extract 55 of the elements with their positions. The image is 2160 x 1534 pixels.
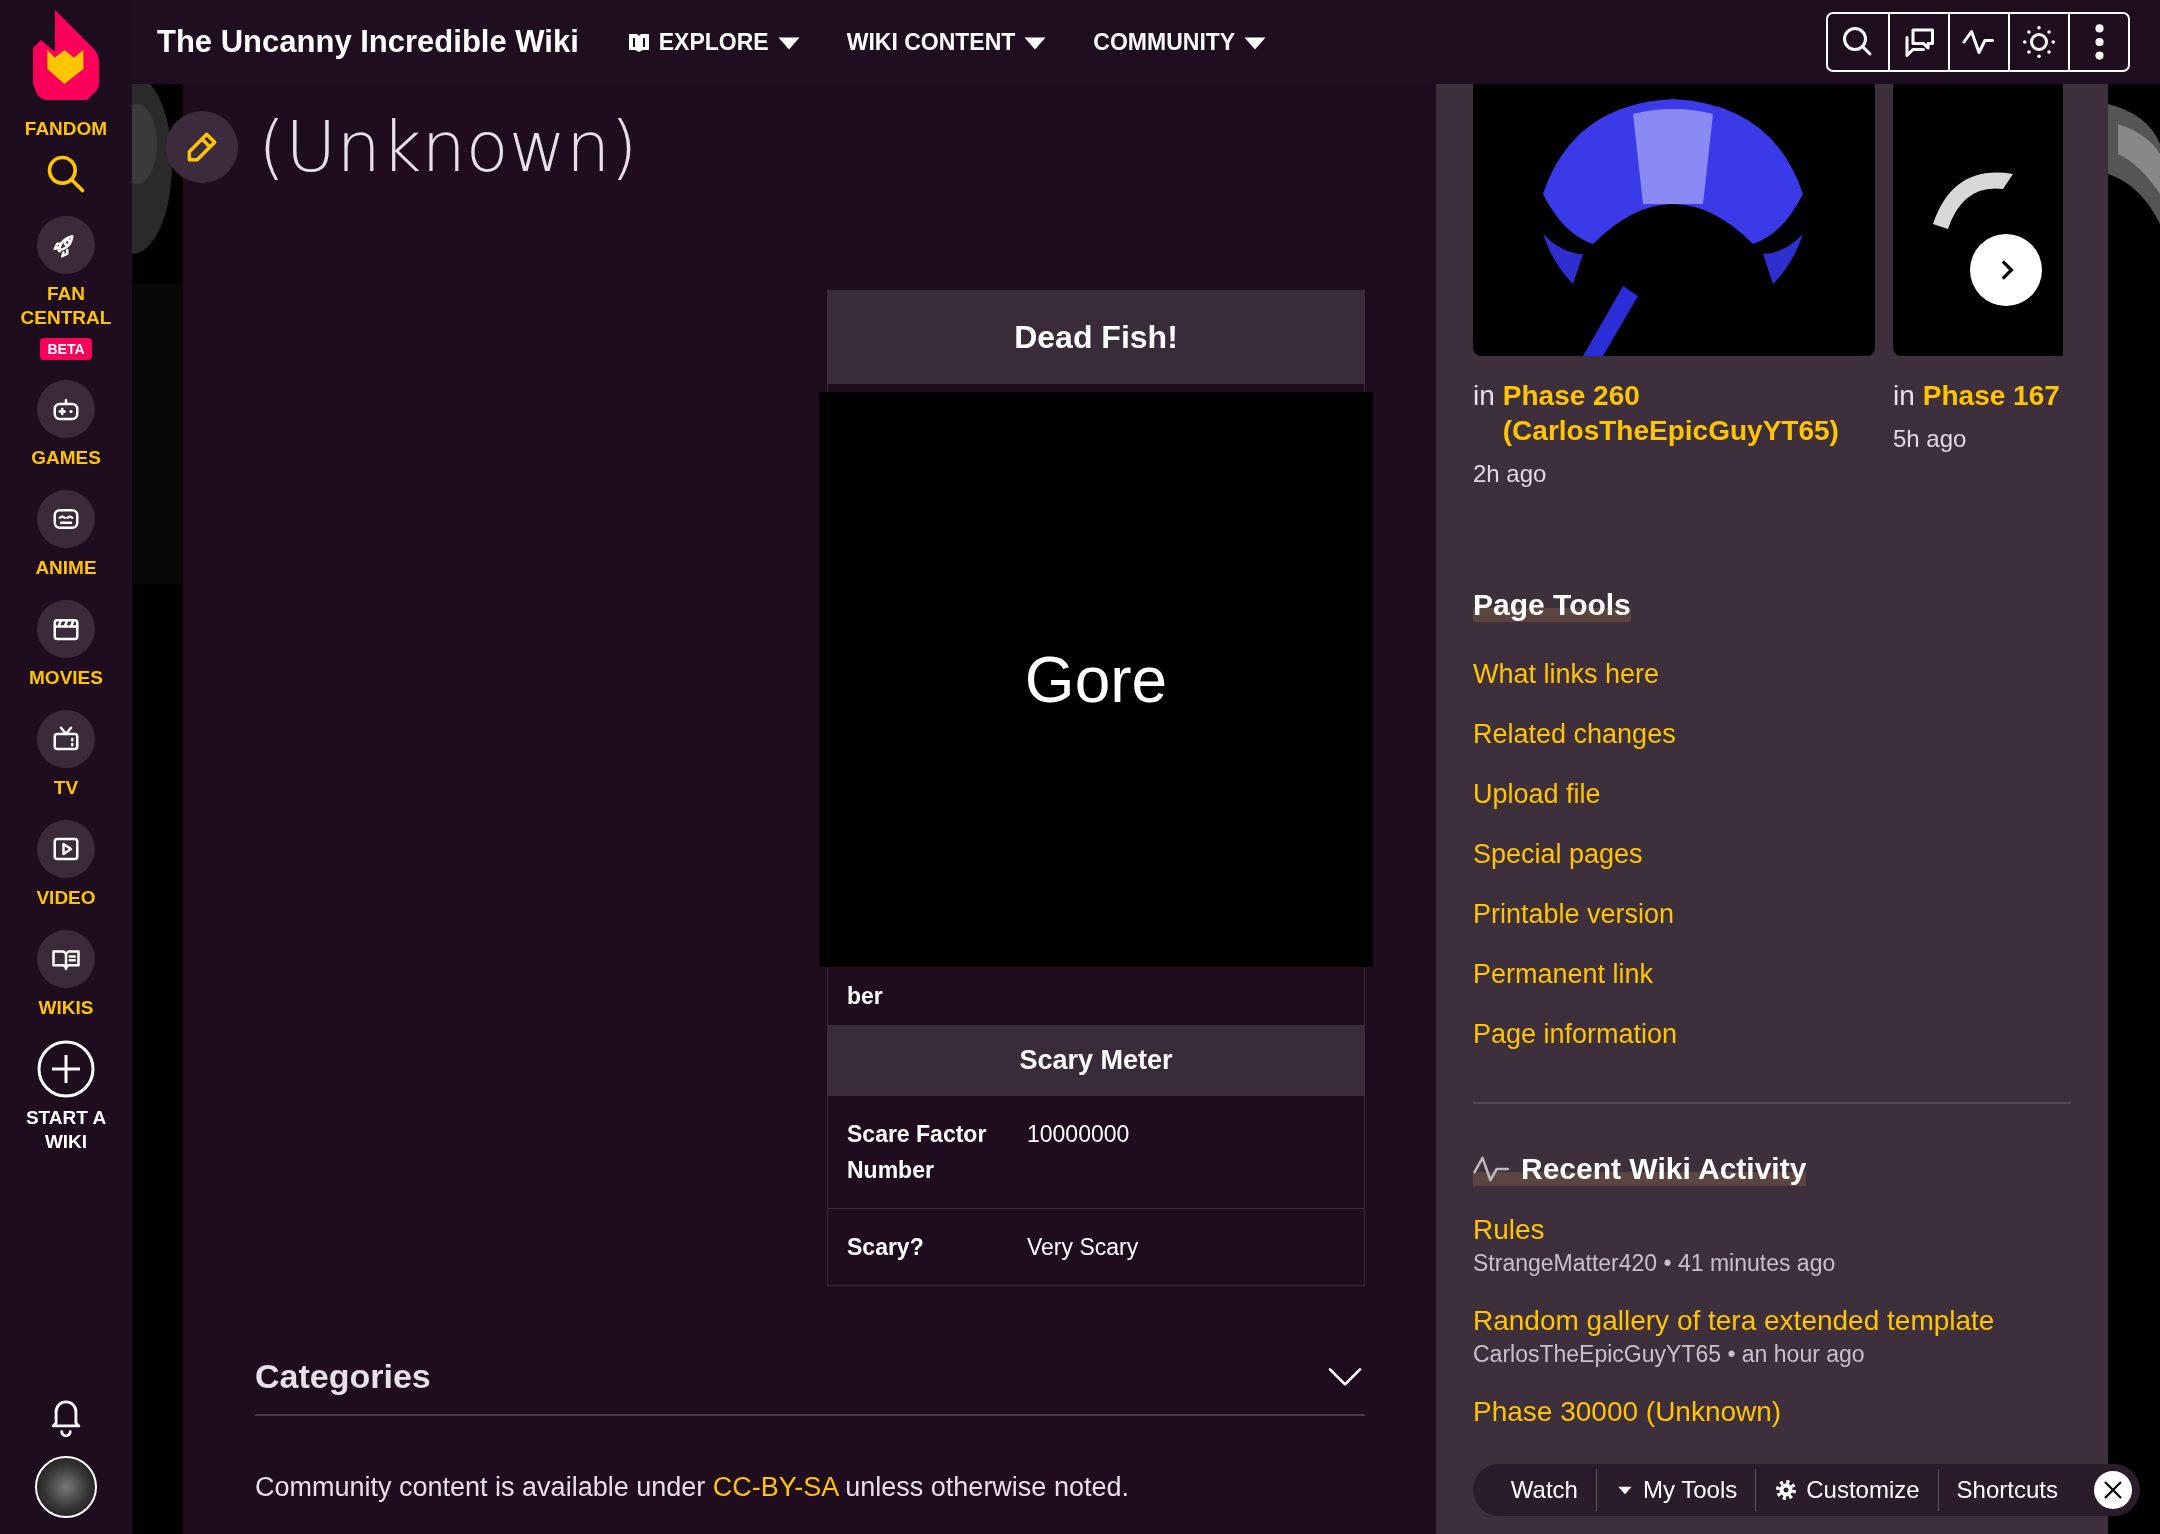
rail-label[interactable]: FAN CENTRAL [11,282,121,330]
activity-link[interactable]: Rules [1473,1212,1836,1248]
caption-prefix: in [1473,379,1495,413]
sun-icon [2021,24,2057,60]
page-tool-link[interactable]: Special pages [1473,836,1643,872]
page-tool-link[interactable]: Permanent link [1473,956,1654,992]
fandom-logo-icon[interactable] [33,10,99,100]
gear-icon [1774,1478,1799,1502]
rail-label[interactable]: TV [11,776,121,800]
nav-menu[interactable]: EXPLORE [626,28,801,56]
page-tool-link[interactable]: What links here [1473,656,1660,692]
caption-prefix: in [1893,379,1915,413]
fandom-label: FANDOM [24,118,108,140]
more-icon [2094,24,2104,60]
plus-circle-icon[interactable] [37,1040,95,1098]
recent-activity-heading: Recent Wiki Activity [1521,1152,1807,1186]
page-link[interactable]: Phase 260 (CarlosTheEpicGuyYT65) [1502,378,1843,448]
page-tool-link[interactable]: Related changes [1473,716,1676,752]
rail-label[interactable]: GAMES [11,446,121,470]
toolbar-button[interactable]: Shortcuts [1938,1468,2076,1512]
rail-label[interactable]: ANIME [11,556,121,580]
categories-heading[interactable]: Categories [255,1356,431,1396]
infobox-title: Dead Fish! [828,291,1364,384]
timestamp: 2h ago [1473,460,1548,488]
page-tool-link[interactable]: Upload file [1473,776,1601,812]
toolbar-button[interactable]: Customize [1756,1468,1938,1512]
infobox-section-header: Scary Meter [828,1025,1364,1095]
activity-link[interactable]: Random gallery of tera extended template [1473,1303,1995,1339]
rail-label[interactable]: START A WIKI [11,1106,121,1154]
wiki-name[interactable]: The Uncanny Incredible Wiki [157,24,579,60]
activity-meta: StrangeMatter420 • 41 minutes ago [1473,1250,1836,1277]
page-title: (Unknown) [258,106,638,188]
beta-badge: BETA [40,338,92,360]
infobox-value: 10000000 [1027,1120,1130,1149]
toolbar-button[interactable]: My Tools [1596,1468,1756,1512]
infobox-label: ber [846,981,884,1011]
rail-label[interactable]: VIDEO [11,886,121,910]
activity-meta: CarlosTheEpicGuyYT65 • an hour ago [1473,1341,1866,1368]
activity-link[interactable]: Phase 30000 (Unknown) [1473,1394,1782,1430]
license-notice: Community content is available under CC-BY-SA unless otherwise noted. [255,1472,1130,1503]
page-tool-link[interactable]: Printable version [1473,896,1675,932]
infobox-label: Scary? [847,1233,925,1262]
toolbar-button[interactable]: Watch [1492,1468,1596,1512]
rail-label[interactable]: MOVIES [11,666,121,690]
nav-menu[interactable]: COMMUNITY [1093,28,1268,56]
close-button[interactable] [2094,1471,2132,1509]
license-link[interactable]: CC-BY-SA [712,1472,838,1502]
nav-menu[interactable]: WIKI CONTENT [846,28,1048,56]
page-link[interactable]: Phase 167 [1922,378,2063,413]
timestamp: 5h ago [1893,425,1968,453]
infobox-value: Very Scary [1027,1233,1139,1262]
page-tool-link[interactable]: Page information [1473,1016,1678,1052]
content-warning[interactable]: Gore [819,392,1373,967]
rail-label[interactable]: WIKIS [11,996,121,1020]
infobox-label: Scare Factor Number [847,1120,988,1185]
